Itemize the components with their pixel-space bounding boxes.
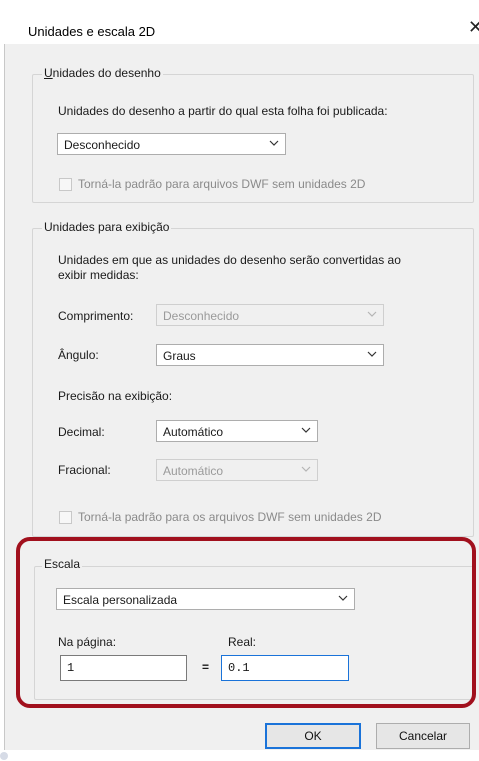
decorative-dot [0,752,8,760]
drawing-units-select[interactable]: Desconhecido [57,133,286,155]
drawing-units-select-value: Desconhecido [64,138,141,152]
display-units-default-label: Torná-la padrão para os arquivos DWF sem… [78,510,382,524]
decimal-select[interactable]: Automático [156,420,318,442]
close-icon[interactable]: ✕ [468,18,479,36]
page-label: Na página: [58,635,117,649]
length-select[interactable]: Desconhecido [156,304,384,326]
precision-label: Precisão na exibição: [58,389,173,403]
chevron-down-icon [301,425,311,435]
drawing-units-legend: Unidades do desenho [42,66,163,80]
fractional-label: Fracional: [58,463,111,477]
dialog-title: Unidades e escala 2D [28,24,156,39]
display-units-description-line2: exibir medidas: [58,268,139,282]
display-units-default-checkbox[interactable] [59,511,72,524]
display-units-legend: Unidades para exibição [42,220,172,234]
real-value-input[interactable]: 0.1 [221,655,349,681]
real-label: Real: [228,635,257,649]
page-value-text: 1 [67,661,75,675]
chevron-down-icon [367,349,377,359]
ok-button[interactable]: OK [265,723,361,749]
chevron-down-icon [367,309,377,319]
fractional-select[interactable]: Automático [156,459,318,481]
angle-label: Ângulo: [58,348,99,362]
angle-select[interactable]: Graus [156,344,384,366]
display-units-description-line1: Unidades em que as unidades do desenho s… [58,253,401,267]
angle-select-value: Graus [163,349,196,363]
chevron-down-icon [269,138,279,148]
drawing-units-description: Unidades do desenho a partir do qual est… [58,104,388,118]
chevron-down-icon [301,464,311,474]
real-value-text: 0.1 [228,661,250,675]
length-label: Comprimento: [58,309,134,323]
drawing-units-default-label: Torná-la padrão para arquivos DWF sem un… [78,177,366,191]
scale-select-value: Escala personalizada [63,593,178,607]
decimal-select-value: Automático [163,425,224,439]
decimal-label: Decimal: [58,425,105,439]
drawing-units-legend-text: nidades do desenho [52,66,161,80]
scale-select[interactable]: Escala personalizada [56,588,355,610]
drawing-units-default-checkbox[interactable] [59,178,72,191]
fractional-select-value: Automático [163,464,224,478]
scale-legend: Escala [42,557,83,571]
chevron-down-icon [338,593,348,603]
cancel-button[interactable]: Cancelar [376,723,470,749]
length-select-value: Desconhecido [163,309,240,323]
equals-sign: = [202,660,210,674]
page-value-input[interactable]: 1 [60,655,187,681]
